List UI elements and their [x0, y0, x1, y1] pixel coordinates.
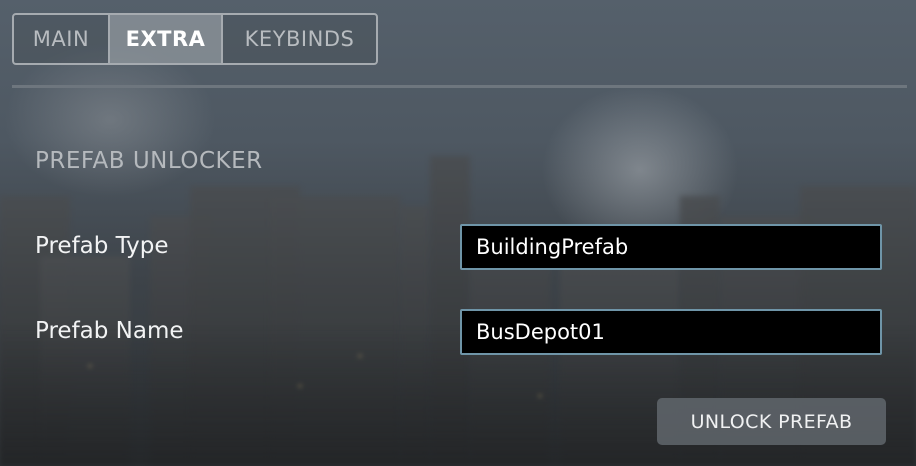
tab-bar: MAIN EXTRA KEYBINDS [12, 13, 378, 65]
tab-keybinds[interactable]: KEYBINDS [221, 15, 376, 63]
unlock-prefab-button[interactable]: UNLOCK PREFAB [657, 398, 886, 445]
prefab-type-label: Prefab Type [35, 233, 169, 259]
prefab-name-input[interactable] [460, 309, 882, 355]
section-title: PREFAB UNLOCKER [35, 148, 263, 174]
settings-panel: MAIN EXTRA KEYBINDS PREFAB UNLOCKER Pref… [0, 0, 916, 466]
tab-extra[interactable]: EXTRA [108, 15, 221, 63]
prefab-type-input[interactable] [460, 224, 882, 270]
tab-main[interactable]: MAIN [14, 15, 108, 63]
header-divider [12, 85, 907, 88]
prefab-name-label: Prefab Name [35, 318, 184, 344]
